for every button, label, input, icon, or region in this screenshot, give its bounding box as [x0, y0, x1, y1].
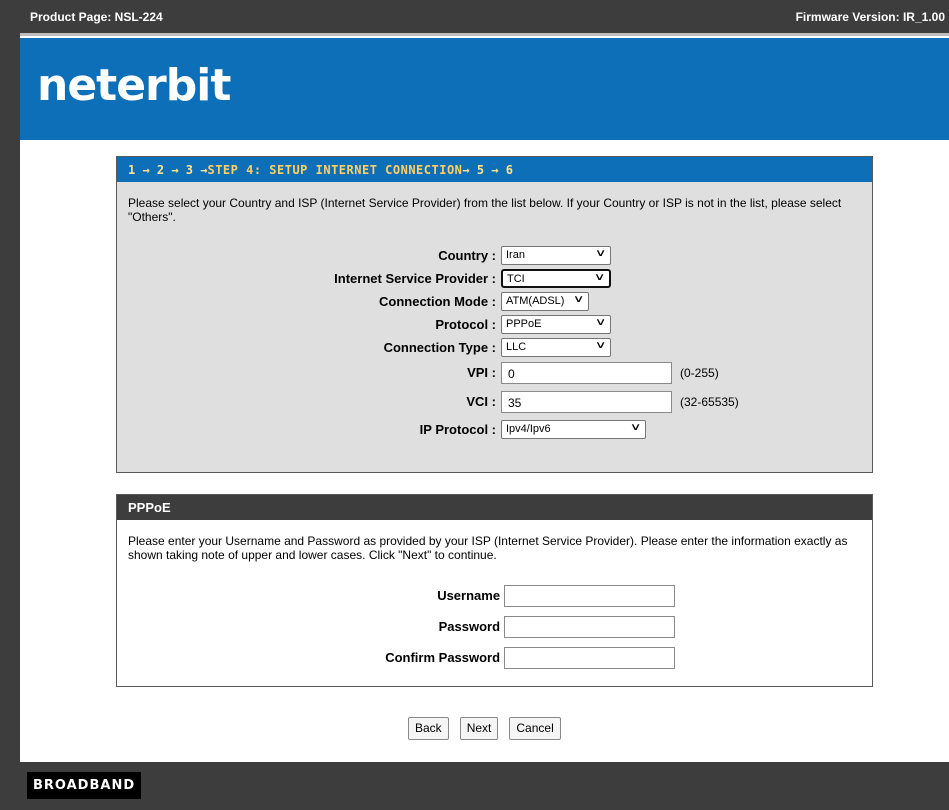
wizard-step-header: 1 → 2 → 3 → STEP 4: SETUP INTERNET CONNE… — [117, 157, 872, 182]
password-input[interactable] — [504, 616, 675, 638]
connection-type-label: Connection Type : — [383, 340, 496, 355]
chevron-down-icon: ∨ — [594, 340, 607, 351]
chevron-down-icon: ∨ — [572, 294, 585, 305]
left-rail — [0, 0, 20, 810]
isp-value: TCI — [507, 273, 525, 285]
pppoe-panel: PPPoE Please enter your Username and Pas… — [116, 494, 873, 687]
protocol-row: Protocol : PPPoE ∨ — [117, 314, 872, 337]
pppoe-description: Please enter your Username and Password … — [128, 534, 848, 562]
chevron-down-icon: ∨ — [594, 317, 607, 328]
connection-type-select[interactable]: LLC ∨ — [501, 338, 611, 357]
ip-protocol-row: IP Protocol : Ipv4/Ipv6 ∨ — [117, 419, 872, 442]
country-value: Iran — [506, 249, 525, 261]
chevron-down-icon: ∨ — [593, 272, 606, 283]
next-button[interactable]: Next — [459, 717, 499, 740]
password-row: Password : — [117, 616, 872, 639]
country-select[interactable]: Iran ∨ — [501, 246, 611, 265]
setup-internet-connection-panel: 1 → 2 → 3 → STEP 4: SETUP INTERNET CONNE… — [116, 156, 873, 473]
wizard-description: Please select your Country and ISP (Inte… — [128, 196, 842, 224]
broadband-logo: BROADBAND — [27, 772, 142, 799]
pppoe-header: PPPoE — [117, 495, 872, 520]
ip-protocol-label: IP Protocol : — [419, 422, 496, 437]
connection-mode-label: Connection Mode : — [379, 294, 496, 309]
connection-type-value: LLC — [506, 341, 527, 353]
vpi-input[interactable]: 0 — [501, 362, 672, 384]
connection-type-row: Connection Type : LLC ∨ — [117, 337, 872, 360]
wizard-steps-before: 1 → 2 → 3 → — [128, 162, 208, 177]
top-bar: Product Page: NSL-224 Firmware Version: … — [20, 0, 949, 36]
cancel-button[interactable]: Cancel — [509, 717, 561, 740]
username-label: Username : — [437, 588, 508, 603]
chevron-down-icon: ∨ — [629, 422, 642, 433]
country-row: Country : Iran ∨ — [117, 245, 872, 268]
confirm-password-input[interactable] — [504, 647, 675, 669]
wizard-current-step: STEP 4: SETUP INTERNET CONNECTION — [207, 162, 463, 177]
country-label: Country : — [438, 248, 496, 263]
confirm-password-label: Confirm Password : — [385, 650, 508, 665]
vci-label: VCI : — [466, 394, 496, 409]
protocol-label: Protocol : — [435, 317, 496, 332]
footer-bar: BROADBAND — [20, 762, 949, 810]
isp-select[interactable]: TCI ∨ — [501, 269, 611, 288]
wizard-buttons: Back Next Cancel — [408, 717, 561, 740]
protocol-select[interactable]: PPPoE ∨ — [501, 315, 611, 334]
vpi-range-hint: (0-255) — [680, 366, 719, 380]
username-row: Username : — [117, 585, 872, 608]
isp-row: Internet Service Provider : TCI ∨ — [117, 268, 872, 291]
ip-protocol-value: Ipv4/Ipv6 — [506, 423, 551, 435]
connection-mode-value: ATM(ADSL) — [506, 295, 565, 307]
chevron-down-icon: ∨ — [594, 248, 607, 259]
vci-row: VCI : 35 (32-65535) — [117, 391, 872, 414]
product-page-label: Product Page: NSL-224 — [30, 9, 163, 24]
connection-mode-row: Connection Mode : ATM(ADSL) ∨ — [117, 291, 872, 314]
vpi-label: VPI : — [467, 365, 496, 380]
logo-banner: neterbit — [20, 38, 949, 140]
isp-label: Internet Service Provider : — [334, 271, 496, 286]
neterbit-logo: neterbit — [37, 60, 231, 111]
firmware-version-label: Firmware Version: IR_1.00 — [795, 9, 945, 24]
confirm-password-row: Confirm Password : — [117, 647, 872, 670]
protocol-value: PPPoE — [506, 318, 542, 330]
vci-range-hint: (32-65535) — [680, 395, 739, 409]
password-label: Password : — [438, 619, 508, 634]
connection-mode-select[interactable]: ATM(ADSL) ∨ — [501, 292, 589, 311]
page: Product Page: NSL-224 Firmware Version: … — [20, 0, 949, 810]
wizard-steps-after: → 5 → 6 — [462, 162, 513, 177]
vpi-row: VPI : 0 (0-255) — [117, 362, 872, 385]
vci-input[interactable]: 35 — [501, 391, 672, 413]
back-button[interactable]: Back — [408, 717, 449, 740]
ip-protocol-select[interactable]: Ipv4/Ipv6 ∨ — [501, 420, 646, 439]
username-input[interactable] — [504, 585, 675, 607]
